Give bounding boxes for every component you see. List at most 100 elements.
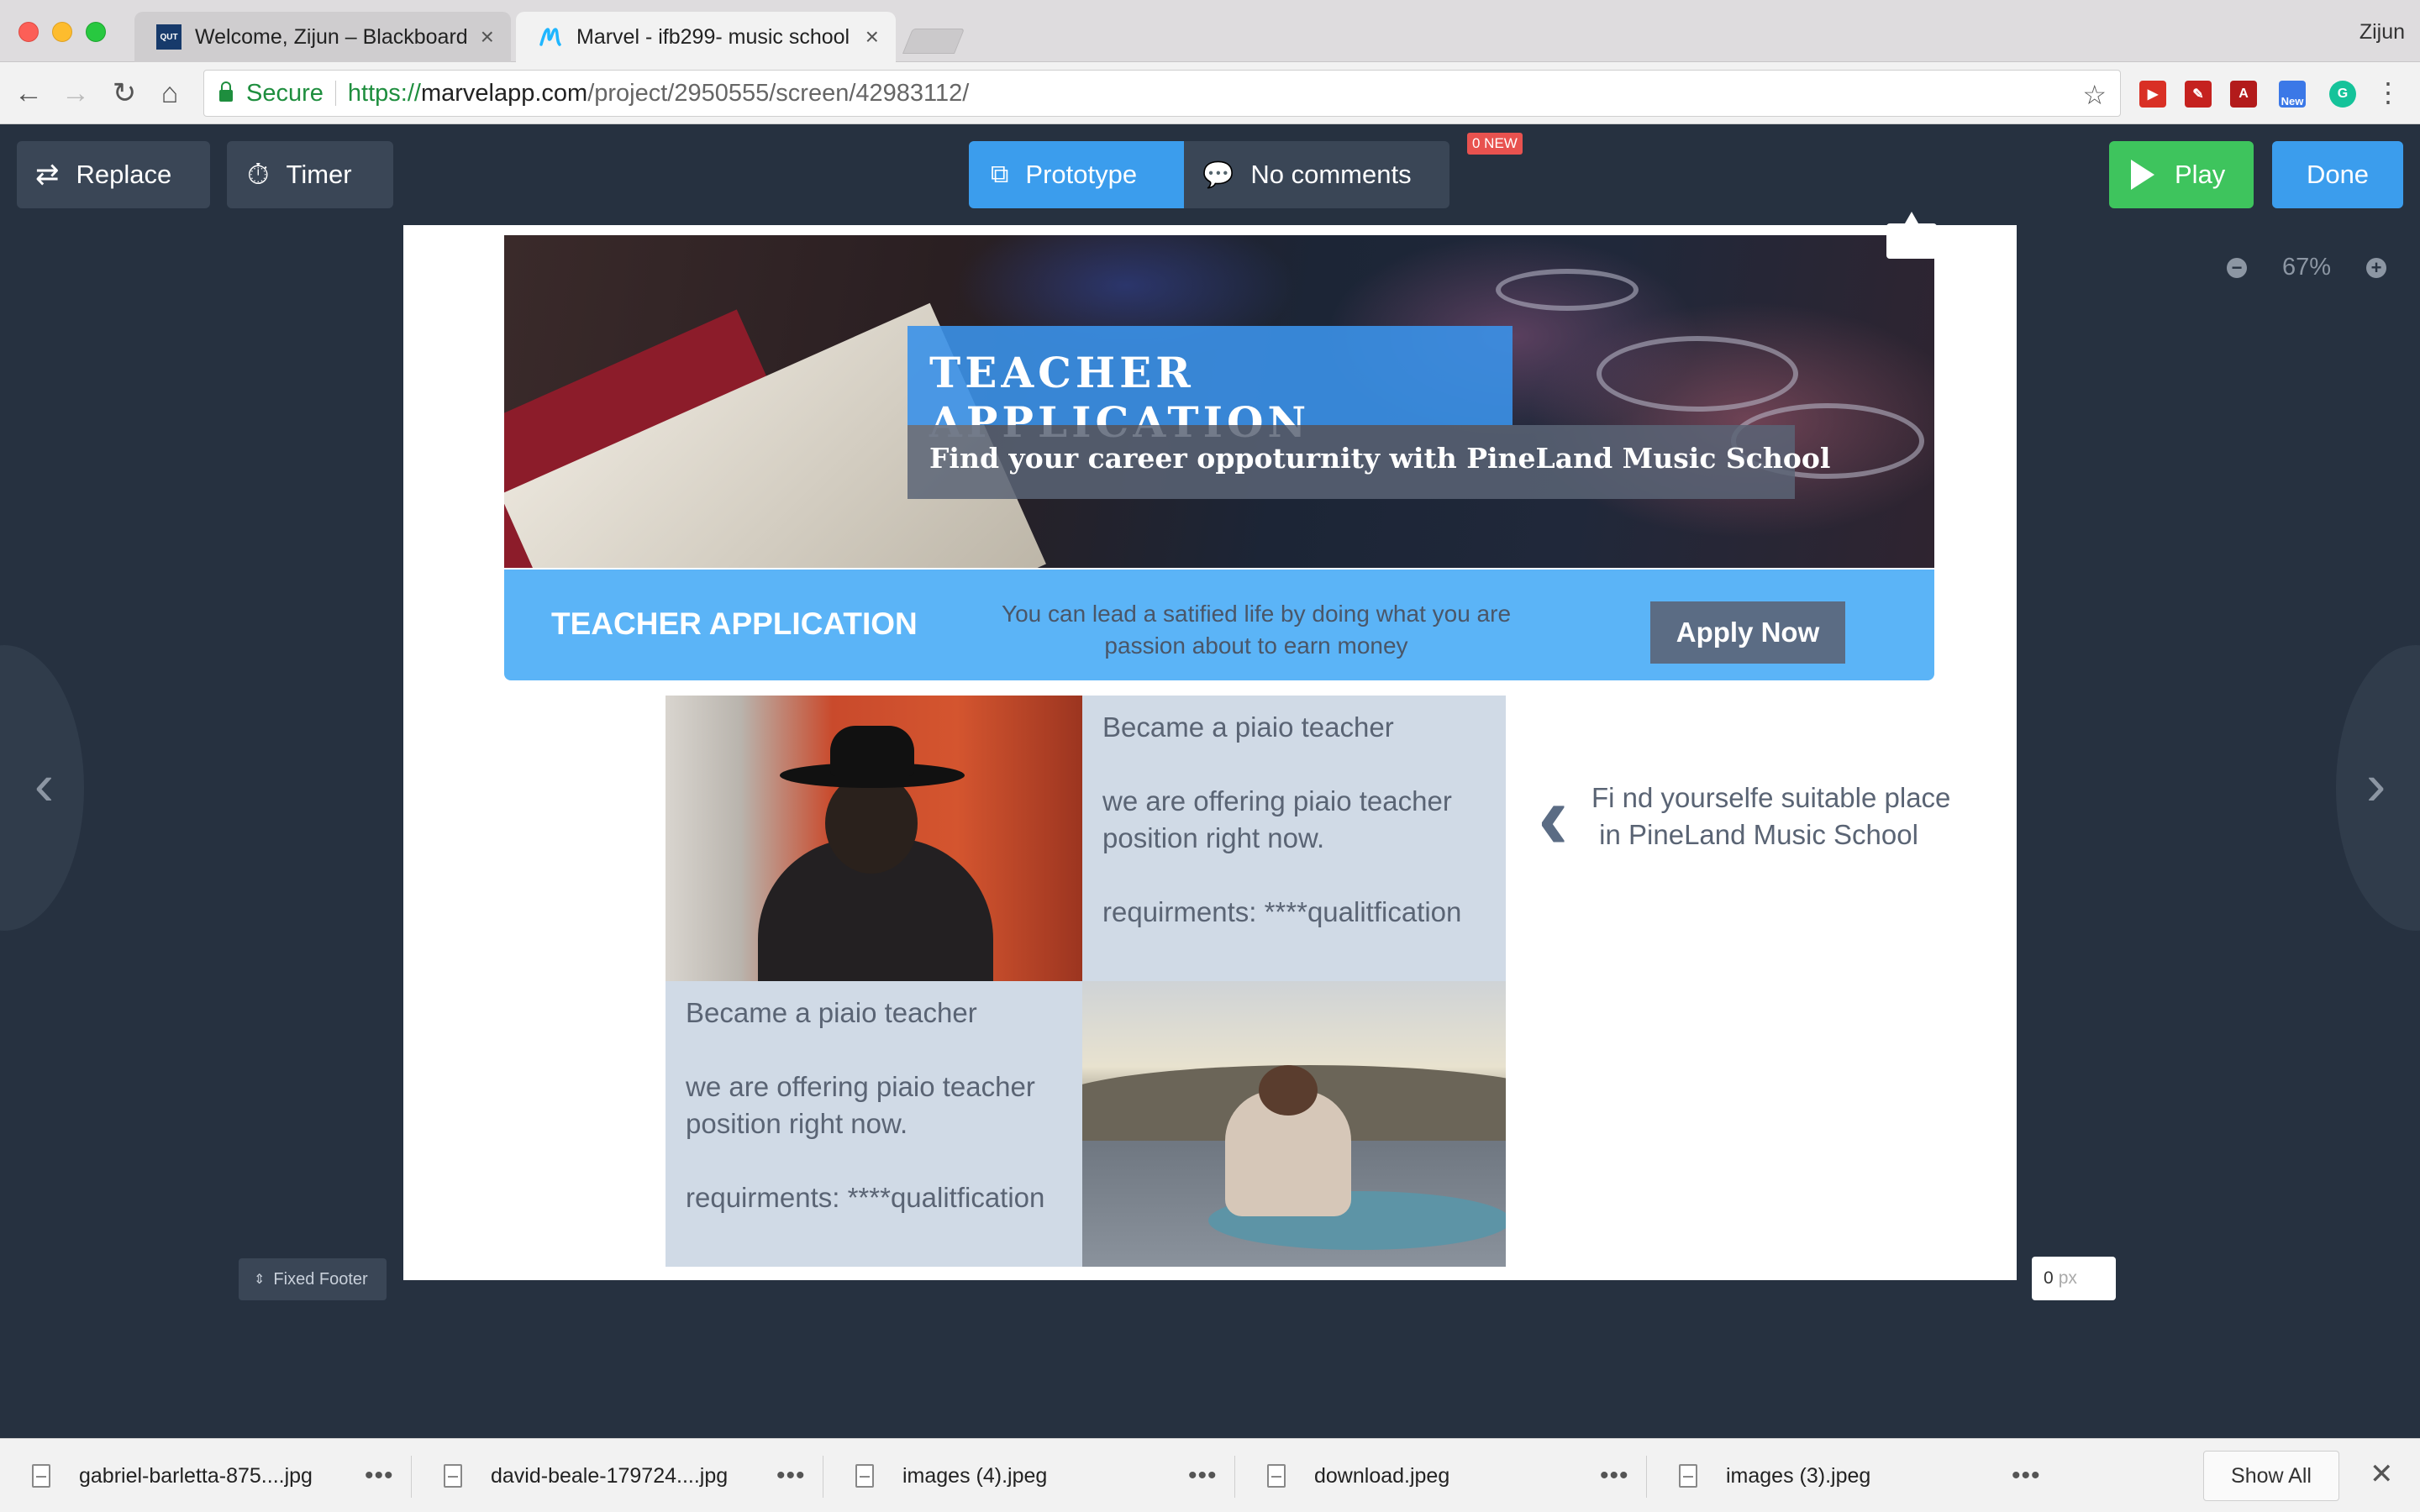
previous-screen-button[interactable]: ‹ — [0, 645, 84, 931]
download-item[interactable]: images (4).jpeg ••• — [823, 1439, 1235, 1512]
done-label: Done — [2306, 160, 2370, 189]
zoom-control: − 67% + — [2227, 254, 2387, 281]
job-card-requirements: requirments: ****qualitfication — [686, 1182, 1045, 1213]
comment-bubble-icon: 💬 — [1202, 160, 1234, 189]
address-bar[interactable]: Secure https:// marvelapp.com /project/2… — [203, 70, 2121, 117]
file-icon — [1267, 1464, 1286, 1488]
extension-red-icon[interactable]: ▶ — [2139, 81, 2166, 108]
hero-banner: TEACHER APPLICATION Find your career opp… — [504, 235, 1934, 568]
window-minimize-button[interactable] — [52, 22, 72, 42]
next-screen-button[interactable]: › — [2336, 645, 2420, 931]
new-tab-button[interactable] — [902, 29, 965, 54]
screen-artboard[interactable]: TEACHER APPLICATION Find your career opp… — [403, 212, 2017, 1280]
back-icon[interactable]: ← — [13, 79, 44, 109]
strip-title: TEACHER APPLICATION — [551, 606, 918, 641]
comments-label: No comments — [1250, 160, 1412, 189]
job-card-offer: we are offering piaio teacher position r… — [686, 1071, 1035, 1139]
job-card-text: Became a piaio teacher we are offering p… — [686, 995, 1082, 1216]
stopwatch-icon: ⏱ — [247, 158, 270, 191]
more-options-icon[interactable]: ••• — [1188, 1462, 1218, 1490]
editor-canvas: ‹ › − 67% + TEACHER APPLICATION Find you… — [0, 212, 2420, 1438]
more-options-icon[interactable]: ••• — [2012, 1462, 2041, 1490]
zoom-level: 67% — [2282, 254, 2332, 281]
photo-figure — [1259, 1065, 1318, 1116]
file-icon — [444, 1464, 462, 1488]
up-down-arrows-icon: ⇕ — [254, 1273, 266, 1287]
timer-label: Timer — [286, 160, 352, 189]
home-icon[interactable]: ⌂ — [155, 79, 185, 109]
hero-subtitle: Find your career oppoturnity with PineLa… — [908, 425, 1830, 499]
job-card-requirements: requirments: ****qualitfication — [1102, 896, 1462, 927]
tab-blackboard[interactable]: QUT Welcome, Zijun – Blackboard L × — [134, 12, 511, 62]
prototype-link-icon: ⧉ — [991, 160, 1009, 188]
window-close-button[interactable] — [18, 22, 39, 42]
application-strip: TEACHER APPLICATION You can lead a satif… — [504, 570, 1934, 680]
new-comments-badge: 0 NEW — [1467, 133, 1523, 155]
url-path: /project/2950555/screen/42983112/ — [587, 79, 970, 107]
show-all-downloads-button[interactable]: Show All — [2203, 1451, 2339, 1501]
zoom-in-icon[interactable]: + — [2366, 257, 2387, 278]
download-filename: images (3).jpeg — [1726, 1463, 1871, 1488]
tab-marvel[interactable]: Marvel - ifb299- music school × — [516, 12, 896, 62]
grammarly-extension-icon[interactable]: G — [2329, 81, 2356, 108]
comment-pointer — [1886, 212, 1937, 259]
more-options-icon[interactable]: ••• — [1600, 1462, 1629, 1490]
reload-icon[interactable]: ↻ — [109, 79, 139, 109]
close-tab-icon[interactable]: × — [865, 24, 879, 50]
download-filename: images (4).jpeg — [902, 1463, 1048, 1488]
timer-button[interactable]: ⏱ Timer — [227, 141, 393, 208]
download-item[interactable]: download.jpeg ••• — [1235, 1439, 1647, 1512]
play-label: Play — [2175, 160, 2226, 189]
tab-title: Marvel - ifb299- music school — [576, 24, 850, 49]
close-tab-icon[interactable]: × — [481, 24, 494, 50]
download-item[interactable]: images (3).jpeg ••• — [1647, 1439, 2059, 1512]
footer-height-input[interactable]: 0 px — [2032, 1257, 2116, 1300]
download-item[interactable]: gabriel-barletta-875....jpg ••• — [0, 1439, 412, 1512]
job-card-heading: Became a piaio teacher — [1102, 711, 1394, 743]
chevron-right-icon: › — [2366, 752, 2386, 817]
comments-tab[interactable]: 💬 No comments — [1184, 141, 1449, 208]
address-separator — [334, 81, 336, 106]
tip-text: Fi nd yourselfe suitable place in PineLa… — [1591, 780, 1950, 853]
photo-figure — [825, 773, 918, 874]
extension-new-badge: New — [2281, 95, 2304, 108]
photo-hat — [830, 726, 914, 776]
browser-menu-icon[interactable]: ⋮ — [2375, 79, 2402, 106]
download-item[interactable]: david-beale-179724....jpg ••• — [412, 1439, 823, 1512]
play-button[interactable]: Play — [2109, 141, 2254, 208]
more-options-icon[interactable]: ••• — [776, 1462, 806, 1490]
chevron-left-icon: ‹ — [34, 752, 54, 817]
acrobat-extension-icon[interactable]: A — [2230, 81, 2257, 108]
profile-name[interactable]: Zijun — [2360, 20, 2405, 45]
bookmark-star-icon[interactable]: ☆ — [2082, 79, 2107, 111]
extension-pen-icon[interactable]: ✎ — [2185, 81, 2212, 108]
replace-button[interactable]: ⇄ Replace — [17, 141, 210, 208]
qut-favicon-icon: QUT — [156, 24, 182, 50]
prototype-tab[interactable]: ⧉ Prototype — [969, 141, 1184, 208]
extension-new-icon[interactable]: New — [2279, 81, 2306, 108]
job-card: Became a piaio teacher we are offering p… — [666, 981, 1082, 1267]
replace-label: Replace — [76, 160, 172, 189]
zoom-out-icon[interactable]: − — [2227, 257, 2247, 278]
download-filename: david-beale-179724....jpg — [491, 1463, 729, 1488]
downloads-shelf: gabriel-barletta-875....jpg ••• david-be… — [0, 1438, 2420, 1512]
file-icon — [32, 1464, 50, 1488]
url-scheme: https:// — [347, 79, 421, 107]
close-shelf-icon[interactable]: ✕ — [2370, 1457, 2394, 1491]
url-host: marvelapp.com — [420, 79, 588, 107]
fixed-footer-toggle[interactable]: ⇕ Fixed Footer — [239, 1258, 387, 1300]
apply-now-button[interactable]: Apply Now — [1650, 601, 1845, 664]
job-card-offer: we are offering piaio teacher position r… — [1102, 785, 1452, 853]
mode-switcher: ⧉ Prototype 💬 No comments — [969, 141, 1449, 208]
chevron-left-icon: ‹ — [1538, 765, 1569, 869]
done-button[interactable]: Done — [2272, 141, 2403, 208]
strip-text: You can lead a satified life by doing wh… — [1001, 601, 1512, 659]
more-options-icon[interactable]: ••• — [365, 1462, 394, 1490]
secure-label: Secure — [246, 79, 324, 107]
job-card-text: Became a piaio teacher we are offering p… — [1102, 709, 1506, 931]
lock-icon — [219, 81, 233, 102]
teacher-photo — [666, 696, 1082, 981]
download-filename: download.jpeg — [1314, 1463, 1450, 1488]
forward-icon[interactable]: → — [60, 79, 91, 109]
window-maximize-button[interactable] — [86, 22, 106, 42]
